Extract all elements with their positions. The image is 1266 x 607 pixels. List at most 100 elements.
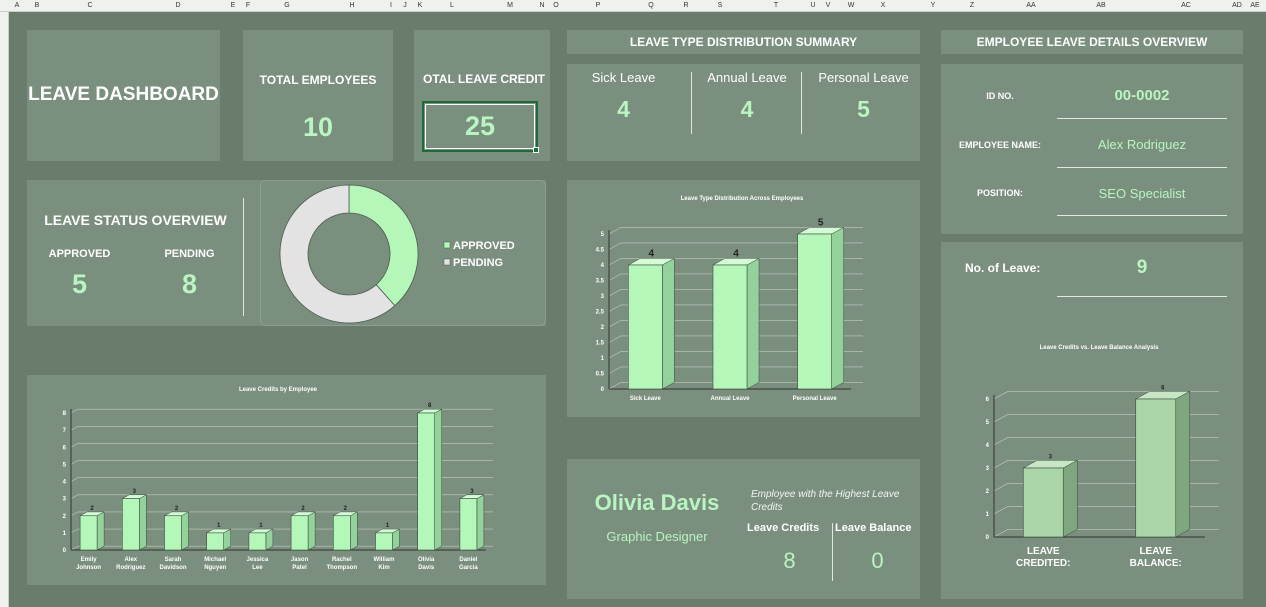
no-of-leave-value: 9 bbox=[1136, 257, 1148, 278]
data-label: 1 bbox=[217, 523, 221, 529]
credits-vs-balance-chart[interactable]: Leave Credits vs. Leave Balance Analysis… bbox=[941, 327, 1243, 592]
row-header-bar[interactable] bbox=[0, 12, 9, 607]
column-header-cell[interactable]: AB bbox=[1091, 0, 1111, 12]
total-employees-value: 10 bbox=[302, 112, 334, 142]
annual-leave-label: Annual Leave bbox=[707, 70, 787, 85]
y-tick-label: 0 bbox=[986, 535, 990, 541]
bar[interactable] bbox=[206, 532, 224, 551]
bar[interactable] bbox=[1135, 398, 1177, 538]
column-header-cell[interactable]: B bbox=[27, 0, 47, 12]
summary-divider bbox=[801, 72, 802, 134]
category-label: Thompson bbox=[326, 565, 357, 571]
legend-label: APPROVED bbox=[453, 240, 515, 252]
column-header-cell[interactable]: G bbox=[277, 0, 297, 12]
column-header-cell[interactable]: AD bbox=[1227, 0, 1247, 12]
pending-value: 8 bbox=[181, 269, 198, 299]
column-header-cell[interactable]: AC bbox=[1176, 0, 1196, 12]
column-header-cell[interactable]: K bbox=[410, 0, 430, 12]
category-label: Jason bbox=[291, 557, 309, 563]
leave-type-bar-chart[interactable]: Leave Type Distribution Across Employees… bbox=[567, 180, 920, 417]
y-tick-label: 4 bbox=[63, 480, 67, 486]
leave-credits-value: 8 bbox=[783, 548, 796, 573]
y-tick-label: 3 bbox=[986, 466, 990, 472]
y-tick-label: 8 bbox=[63, 411, 67, 417]
bar[interactable] bbox=[290, 515, 309, 551]
category-label: Davis bbox=[418, 565, 435, 571]
donut-slice-approved[interactable] bbox=[348, 184, 419, 307]
column-header-cell[interactable]: A bbox=[7, 0, 27, 12]
bar[interactable] bbox=[712, 264, 748, 390]
column-header-cell[interactable]: H bbox=[342, 0, 362, 12]
column-header-cell[interactable]: AE bbox=[1245, 0, 1265, 12]
leave-type-header-text: LEAVE TYPE DISTRIBUTION SUMMARY bbox=[629, 35, 858, 49]
y-tick-label: 2 bbox=[63, 514, 67, 520]
category-label: Sarah bbox=[165, 557, 182, 563]
y-tick-label: 1.5 bbox=[596, 341, 605, 347]
column-header-cell[interactable]: R bbox=[676, 0, 696, 12]
dashboard-sheet: LEAVE DASHBOARD TOTAL EMPLOYEES 10 OTAL … bbox=[9, 12, 1266, 607]
data-label: 3 bbox=[133, 489, 137, 495]
bar[interactable] bbox=[628, 264, 663, 390]
bar[interactable] bbox=[1022, 467, 1064, 538]
bar[interactable] bbox=[248, 532, 267, 551]
total-leave-credit-label: OTAL LEAVE CREDIT bbox=[423, 72, 546, 86]
column-header-cell[interactable]: W bbox=[841, 0, 861, 12]
category-label: Garcia bbox=[459, 565, 478, 571]
column-header-cell[interactable]: M bbox=[500, 0, 520, 12]
y-tick-label: 5 bbox=[601, 232, 605, 238]
bar-side bbox=[1063, 459, 1078, 538]
no-of-leave-card: No. of Leave: 9 Leave Credits vs. Leave … bbox=[941, 242, 1243, 599]
column-header-cell[interactable]: S bbox=[710, 0, 730, 12]
total-employees-label: TOTAL EMPLOYEES bbox=[259, 73, 377, 87]
category-label: Davidson bbox=[159, 565, 186, 571]
credits-by-employee-card: Leave Credits by Employee 0 1 2 3 4 5 6 7 8 2 Emily… bbox=[27, 375, 546, 585]
column-header-cell[interactable]: F bbox=[238, 0, 258, 12]
category-label: Lee bbox=[252, 565, 263, 571]
bar[interactable] bbox=[459, 498, 478, 551]
y-tick-label: 3 bbox=[63, 497, 67, 503]
bar[interactable] bbox=[164, 515, 182, 551]
employee-name-label: EMPLOYEE NAME: bbox=[958, 140, 1041, 150]
status-donut-chart[interactable]: APPROVED PENDING bbox=[261, 181, 547, 327]
column-header-cell[interactable]: C bbox=[80, 0, 100, 12]
column-header-bar[interactable]: A B C D E F G H I J K L M N O P Q R S T U V W X Y Z AA AB AC AD AE bbox=[0, 0, 1266, 12]
bar[interactable] bbox=[79, 515, 98, 551]
bar[interactable] bbox=[332, 515, 351, 551]
column-header-cell[interactable]: X bbox=[873, 0, 893, 12]
column-header-cell[interactable]: V bbox=[818, 0, 838, 12]
bar-side bbox=[96, 511, 105, 551]
selection-handle[interactable] bbox=[533, 147, 539, 153]
column-header-cell[interactable]: Q bbox=[641, 0, 661, 12]
data-label: 2 bbox=[175, 506, 179, 512]
data-label: 3 bbox=[1049, 454, 1053, 460]
category-label: Jessica bbox=[247, 557, 269, 563]
bar[interactable] bbox=[417, 412, 436, 551]
y-tick-label: 0.5 bbox=[596, 372, 605, 378]
data-label: 1 bbox=[259, 523, 263, 529]
bar[interactable] bbox=[797, 233, 832, 390]
column-header-cell[interactable]: Z bbox=[962, 0, 982, 12]
status-chart-frame[interactable]: APPROVED PENDING bbox=[260, 180, 546, 326]
legend-swatch bbox=[443, 258, 451, 266]
category-label: LEAVE bbox=[1139, 546, 1172, 557]
leave-status-card: LEAVE STATUS OVERVIEW APPROVED 5 PENDING… bbox=[27, 180, 546, 326]
category-label: Sick Leave bbox=[630, 396, 662, 402]
top-employee-divider bbox=[832, 523, 833, 581]
no-of-leave-label: No. of Leave: bbox=[965, 261, 1041, 275]
column-header-cell[interactable]: AA bbox=[1021, 0, 1041, 12]
column-header-cell[interactable]: Y bbox=[923, 0, 943, 12]
personal-leave-value: 5 bbox=[857, 96, 870, 122]
column-header-cell[interactable]: O bbox=[546, 0, 566, 12]
bar[interactable] bbox=[122, 498, 140, 551]
column-header-cell[interactable]: D bbox=[168, 0, 188, 12]
y-tick-label: 5 bbox=[986, 420, 990, 426]
y-tick-label: 2.5 bbox=[596, 310, 605, 316]
category-label: Annual Leave bbox=[710, 396, 750, 402]
column-header-cell[interactable]: P bbox=[588, 0, 608, 12]
column-header-cell[interactable]: L bbox=[442, 0, 462, 12]
bar[interactable] bbox=[375, 532, 393, 551]
bar-side bbox=[476, 494, 485, 551]
column-header-cell[interactable]: T bbox=[766, 0, 786, 12]
employee-details-header: EMPLOYEE LEAVE DETAILS OVERVIEW bbox=[941, 30, 1243, 54]
credits-by-employee-chart[interactable]: Leave Credits by Employee 0 1 2 3 4 5 6 7 8 2 Emily… bbox=[27, 375, 546, 585]
